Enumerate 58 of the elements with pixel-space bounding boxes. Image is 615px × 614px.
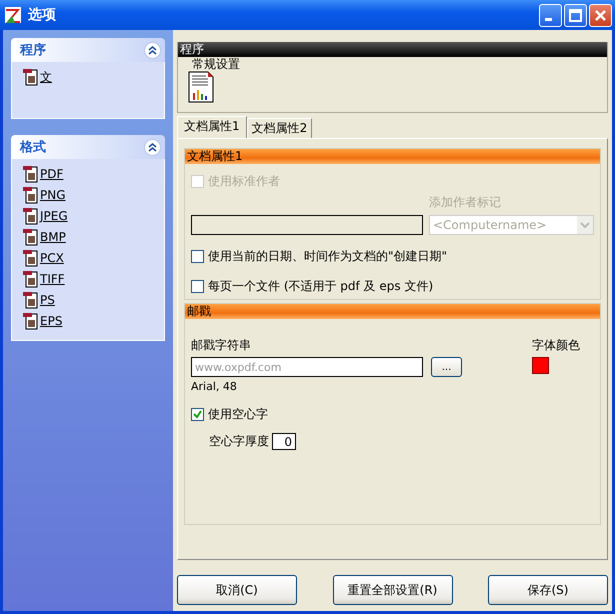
file-icon [22,312,38,330]
section-header: 程序 [178,42,607,57]
file-icon [22,68,38,86]
format-link[interactable]: PDF [40,167,64,181]
checkbox[interactable] [191,408,204,420]
dialog-button[interactable]: 重置全部设置(R) [332,575,452,605]
font-label: Arial, 48 [191,380,238,393]
document-chart-icon[interactable] [188,71,214,103]
checkbox-label: 使用空心字 [208,406,268,422]
format-link[interactable]: PNG [40,188,66,202]
font-color-label: 字体颜色 [532,337,580,354]
format-link[interactable]: JPEG [40,209,68,223]
format-link[interactable]: 文 [40,68,52,86]
file-icon [22,270,38,288]
file-icon [22,249,38,267]
color-swatch[interactable] [532,357,549,374]
checkbox[interactable] [191,250,204,262]
thickness-label: 空心字厚度 [209,433,269,450]
group-title-bar: 邮戳 [185,304,600,319]
tab[interactable]: 文档属性1 [177,116,247,138]
settings-label[interactable]: 常规设置 [192,57,240,71]
format-link[interactable]: BMP [40,230,66,244]
tab[interactable]: 文档属性2 [246,118,312,138]
window-title: 选项 [28,6,57,24]
dropdown-icon [577,216,593,234]
collapse-icon[interactable] [144,42,161,58]
group-title: 程序 [20,42,46,59]
checkbox-label: 使用标准作者 [208,172,280,190]
thickness-field[interactable]: 0 [272,433,296,450]
group-header[interactable]: 程序 [11,38,165,62]
file-icon [22,228,38,246]
format-link[interactable]: EPS [40,314,62,328]
checkbox[interactable] [191,280,204,292]
file-icon [22,186,38,204]
field-label: 邮戳字符串 [191,337,252,354]
format-link[interactable]: PCX [40,251,64,265]
format-link[interactable]: TIFF [40,272,65,286]
dialog-button[interactable]: 保存(S) [488,575,608,605]
maximize-button[interactable] [564,4,587,26]
app-icon [4,6,22,24]
file-icon [22,207,38,225]
minimize-button[interactable] [539,4,562,26]
group-title: 格式 [20,139,46,156]
checkbox-label: 每页一个文件 (不适用于 pdf 及 eps 文件) [208,278,434,294]
file-icon [22,291,38,309]
checkbox-label: 使用当前的日期、时间作为文档的"创建日期" [208,248,448,264]
group-title-bar: 文档属性1 [185,149,600,164]
author-tag-label: 添加作者标记 [429,194,502,211]
browse-button[interactable]: ... [431,357,462,377]
close-button[interactable] [589,4,612,26]
file-icon [22,165,38,183]
format-link[interactable]: PS [40,293,55,307]
author-field[interactable] [191,215,423,235]
dialog-button[interactable]: 取消(C) [177,575,297,605]
minimize-icon [545,18,552,20]
collapse-icon[interactable] [144,138,161,156]
group-header[interactable]: 格式 [11,135,165,159]
stamp-text-field[interactable]: www.oxpdf.com [191,357,423,377]
